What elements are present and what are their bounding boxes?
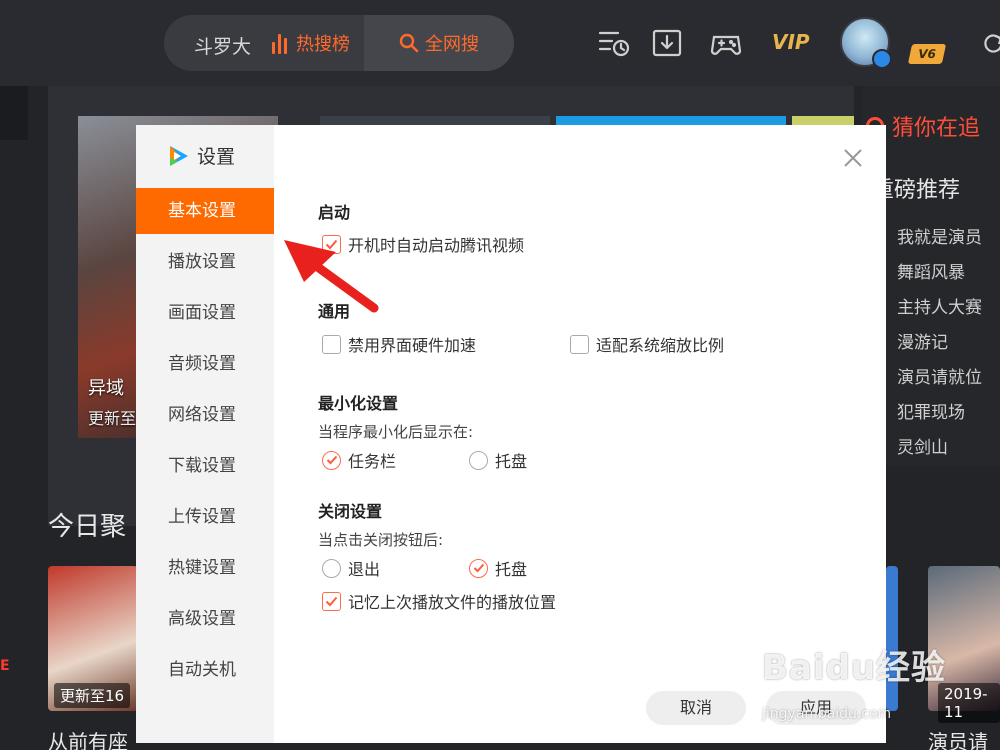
tencent-video-logo-icon [170, 145, 188, 166]
card-badge: 2019-11 [938, 683, 1000, 723]
list-item[interactable]: 灵剑山 [897, 434, 982, 469]
poster-title: 异域 [88, 378, 124, 399]
list-item[interactable]: 我就是演员 [897, 224, 982, 259]
game-controller-icon[interactable] [710, 28, 742, 58]
minimize-taskbar-label: 任务栏 [348, 452, 397, 471]
minimize-tray-radio[interactable] [469, 450, 488, 470]
annotation-arrow-icon [284, 240, 379, 313]
qq-login-icon [872, 49, 892, 69]
hot-search-label: 热搜榜 [296, 34, 350, 55]
vip-button[interactable]: VIP [772, 30, 810, 54]
minimize-description: 当程序最小化后显示在: [318, 423, 474, 441]
close-icon[interactable] [842, 147, 864, 169]
edge-letter: E [0, 658, 10, 674]
card-caption: 从前有座 [48, 730, 128, 750]
remember-position-checkbox[interactable] [322, 591, 341, 611]
fit-scaling-label: 适配系统缩放比例 [596, 336, 725, 355]
list-item[interactable]: 犯罪现场 [897, 399, 982, 434]
search-icon [399, 33, 419, 53]
global-search-label: 全网搜 [425, 34, 479, 55]
minimize-taskbar-option[interactable]: 任务栏 [322, 448, 396, 472]
refresh-icon[interactable] [982, 30, 1000, 56]
minimize-taskbar-radio[interactable] [322, 450, 341, 470]
left-nav-strip [0, 86, 28, 140]
nav-playback-settings[interactable]: 播放设置 [136, 239, 274, 285]
minimize-tray-label: 托盘 [495, 452, 528, 471]
nav-display-settings[interactable]: 画面设置 [136, 290, 274, 336]
settings-sidebar: 设置 基本设置 播放设置 画面设置 音频设置 网络设置 下载设置 上传设置 热键… [136, 125, 274, 743]
recommend-list: 我就是演员 舞蹈风暴 主持人大赛 漫游记 演员请就位 犯罪现场 灵剑山 [897, 224, 982, 469]
close-description: 当点击关闭按钮后: [318, 531, 444, 549]
video-card[interactable] [886, 566, 898, 711]
poster-subtitle: 更新至 [88, 409, 137, 428]
nav-auto-shutdown[interactable]: 自动关机 [136, 647, 274, 693]
close-tray-radio[interactable] [469, 558, 488, 578]
disable-hw-accel-option[interactable]: 禁用界面硬件加速 [322, 332, 476, 356]
search-input[interactable]: 斗罗大 [194, 32, 251, 59]
close-exit-radio[interactable] [322, 558, 341, 578]
nav-advanced-settings[interactable]: 高级设置 [136, 596, 274, 642]
disable-hw-accel-label: 禁用界面硬件加速 [348, 336, 477, 355]
checkmark-icon [326, 455, 337, 465]
remember-position-option[interactable]: 记忆上次播放文件的播放位置 [322, 589, 556, 613]
list-item[interactable]: 主持人大赛 [897, 294, 982, 329]
minimize-section-title: 最小化设置 [318, 394, 399, 413]
close-exit-label: 退出 [348, 560, 381, 579]
download-icon[interactable] [652, 28, 684, 58]
minimize-tray-option[interactable]: 托盘 [469, 448, 527, 472]
play-history-icon[interactable] [598, 28, 630, 58]
fit-scaling-option[interactable]: 适配系统缩放比例 [570, 332, 724, 356]
watermark-text: Baidu经验 [762, 648, 947, 688]
card-badge: 更新至16 [54, 683, 131, 708]
user-avatar[interactable] [840, 17, 892, 69]
nav-network-settings[interactable]: 网络设置 [136, 392, 274, 438]
nav-basic-settings[interactable]: 基本设置 [136, 188, 274, 234]
watermark-url: jingyan.baidu.com [762, 706, 892, 722]
nav-hotkey-settings[interactable]: 热键设置 [136, 545, 274, 591]
global-search-button[interactable]: 全网搜 [364, 15, 514, 71]
close-tray-option[interactable]: 托盘 [469, 556, 527, 580]
list-item[interactable]: 演员请就位 [897, 364, 982, 399]
checkmark-icon [325, 596, 338, 606]
vip-level-badge: V6 [907, 44, 947, 64]
close-exit-option[interactable]: 退出 [322, 556, 380, 580]
section-title: 今日聚 [48, 512, 127, 542]
hot-rank-icon [272, 32, 290, 54]
fit-scaling-checkbox[interactable] [570, 334, 589, 354]
search-box[interactable]: 斗罗大 热搜榜 全网搜 [164, 15, 514, 71]
remember-position-label: 记忆上次播放文件的播放位置 [348, 593, 557, 612]
list-item[interactable]: 舞蹈风暴 [897, 259, 982, 294]
nav-upload-settings[interactable]: 上传设置 [136, 494, 274, 540]
nav-download-settings[interactable]: 下载设置 [136, 443, 274, 489]
top-bar: 斗罗大 热搜榜 全网搜 VIP V6 [0, 0, 1000, 86]
card-caption: 演员请就 [928, 730, 988, 750]
checkmark-icon [473, 563, 484, 573]
nav-audio-settings[interactable]: 音频设置 [136, 341, 274, 387]
close-section-title: 关闭设置 [318, 502, 383, 521]
startup-section-title: 启动 [318, 203, 351, 222]
cancel-button[interactable]: 取消 [646, 691, 746, 725]
close-tray-label: 托盘 [495, 560, 528, 579]
hot-search-button[interactable]: 热搜榜 [272, 30, 350, 56]
disable-hw-accel-checkbox[interactable] [322, 334, 341, 354]
list-item[interactable]: 漫游记 [897, 329, 982, 364]
dialog-title: 设置 [166, 142, 235, 169]
baidu-watermark: Baidu经验 jingyan.baidu.com [762, 640, 947, 722]
